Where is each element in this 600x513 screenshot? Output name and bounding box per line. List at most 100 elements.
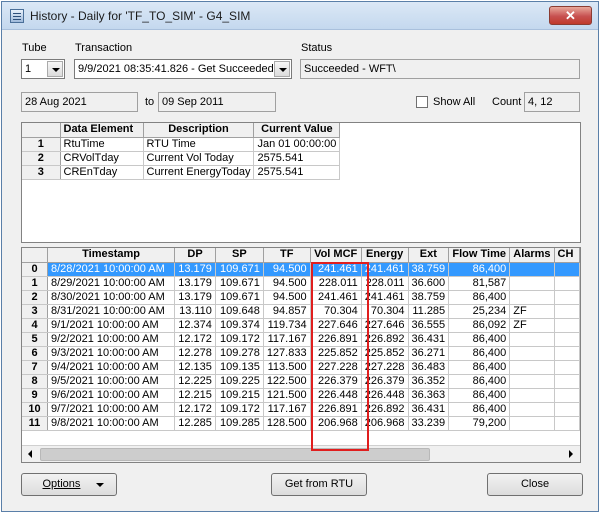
flow-time-cell[interactable]: 86,400 (448, 360, 511, 375)
sp-cell[interactable]: 109.285 (215, 416, 264, 431)
timestamp-cell[interactable]: 9/4/2021 10:00:00 AM (47, 360, 176, 375)
flow-time-cell[interactable]: 86,400 (448, 290, 511, 305)
history-row[interactable]: 10 9/7/2021 10:00:00 AM 12.172 109.172 117.1… (22, 402, 580, 417)
tf-cell[interactable]: 121.500 (263, 388, 311, 403)
tf-cell[interactable]: 94.857 (263, 304, 311, 319)
tf-cell[interactable]: 117.167 (263, 402, 311, 417)
ch-cell[interactable] (554, 416, 580, 431)
sp-cell[interactable]: 109.172 (215, 332, 264, 347)
tf-cell[interactable]: 94.500 (263, 262, 311, 277)
energy-cell[interactable]: 228.011 (361, 276, 409, 291)
sp-cell[interactable]: 109.374 (215, 318, 264, 333)
description-cell[interactable]: Current Vol Today (143, 151, 255, 166)
energy-cell[interactable]: 227.228 (361, 360, 409, 375)
alarms-cell[interactable] (509, 290, 555, 305)
energy-cell[interactable]: 227.646 (361, 318, 409, 333)
energy-cell[interactable]: 226.379 (361, 374, 409, 389)
ch-cell[interactable] (554, 402, 580, 417)
sp-cell[interactable]: 109.648 (215, 304, 264, 319)
alarms-cell[interactable]: ZF (509, 318, 555, 333)
ext-cell[interactable]: 36.431 (408, 332, 450, 347)
transaction-select[interactable]: 9/9/2021 08:35:41.826 - Get Succeeded (74, 59, 292, 79)
show-all-checkbox[interactable] (416, 96, 428, 108)
timestamp-cell[interactable]: 9/2/2021 10:00:00 AM (47, 332, 176, 347)
timestamp-cell[interactable]: 8/28/2021 10:00:00 AM (47, 262, 176, 277)
data-element-cell[interactable]: RtuTime (60, 137, 144, 152)
vol-mcf-cell[interactable]: 206.968 (310, 416, 362, 431)
flow-time-cell[interactable]: 86,092 (448, 318, 511, 333)
data-element-row[interactable]: 2 CRVolTday Current Vol Today 2575.541 (22, 151, 341, 166)
ext-cell[interactable]: 36.431 (408, 402, 450, 417)
dp-cell[interactable]: 12.215 (174, 388, 216, 403)
tf-cell[interactable]: 128.500 (263, 416, 311, 431)
tf-cell[interactable]: 113.500 (263, 360, 311, 375)
flow-time-cell[interactable]: 86,400 (448, 332, 511, 347)
tf-cell[interactable]: 94.500 (263, 290, 311, 305)
flow-time-cell[interactable]: 86,400 (448, 388, 511, 403)
ext-cell[interactable]: 36.271 (408, 346, 450, 361)
window-close-button[interactable]: ✕ (549, 6, 592, 25)
vol-mcf-cell[interactable]: 226.891 (310, 332, 362, 347)
ext-cell[interactable]: 36.600 (408, 276, 450, 291)
history-row[interactable]: 6 9/3/2021 10:00:00 AM 12.278 109.278 127.83… (22, 346, 580, 361)
history-row[interactable]: 7 9/4/2021 10:00:00 AM 12.135 109.135 113.50… (22, 360, 580, 375)
timestamp-cell[interactable]: 8/30/2021 10:00:00 AM (47, 290, 176, 305)
ext-cell[interactable]: 36.352 (408, 374, 450, 389)
timestamp-cell[interactable]: 9/3/2021 10:00:00 AM (47, 346, 176, 361)
ext-cell[interactable]: 36.483 (408, 360, 450, 375)
alarms-cell[interactable] (509, 388, 555, 403)
data-element-row[interactable]: 1 RtuTime RTU Time Jan 01 00:00:00 (22, 137, 341, 152)
ch-cell[interactable] (554, 290, 580, 305)
ch-cell[interactable] (554, 346, 580, 361)
alarms-cell[interactable] (509, 416, 555, 431)
vol-mcf-cell[interactable]: 241.461 (310, 262, 362, 277)
description-cell[interactable]: RTU Time (143, 137, 255, 152)
flow-time-cell[interactable]: 25,234 (448, 304, 511, 319)
timestamp-cell[interactable]: 9/1/2021 10:00:00 AM (47, 318, 176, 333)
col-header-vol-mcf[interactable]: Vol MCF (310, 248, 362, 263)
ch-cell[interactable] (554, 262, 580, 277)
scroll-right-icon[interactable] (563, 447, 579, 462)
ch-cell[interactable] (554, 276, 580, 291)
timestamp-cell[interactable]: 9/7/2021 10:00:00 AM (47, 402, 176, 417)
sp-cell[interactable]: 109.215 (215, 388, 264, 403)
history-row[interactable]: 2 8/30/2021 10:00:00 AM 13.179 109.671 94.50… (22, 290, 580, 305)
dp-cell[interactable]: 12.285 (174, 416, 216, 431)
col-header-sp[interactable]: SP (215, 248, 264, 263)
energy-cell[interactable]: 226.892 (361, 332, 409, 347)
alarms-cell[interactable] (509, 402, 555, 417)
alarms-cell[interactable] (509, 346, 555, 361)
ch-cell[interactable] (554, 318, 580, 333)
vol-mcf-cell[interactable]: 225.852 (310, 346, 362, 361)
timestamp-cell[interactable]: 8/31/2021 10:00:00 AM (47, 304, 176, 319)
sp-cell[interactable]: 109.278 (215, 346, 264, 361)
current-value-cell[interactable]: Jan 01 00:00:00 (253, 137, 341, 152)
date-from-field[interactable]: 28 Aug 2021 (21, 92, 138, 112)
history-row[interactable]: 3 8/31/2021 10:00:00 AM 13.110 109.648 94.85… (22, 304, 580, 319)
alarms-cell[interactable] (509, 360, 555, 375)
timestamp-cell[interactable]: 9/6/2021 10:00:00 AM (47, 388, 176, 403)
flow-time-cell[interactable]: 86,400 (448, 402, 511, 417)
energy-cell[interactable]: 226.892 (361, 402, 409, 417)
ext-cell[interactable]: 38.759 (408, 262, 450, 277)
options-button[interactable]: Options (21, 473, 117, 496)
ext-cell[interactable]: 36.363 (408, 388, 450, 403)
col-header-description[interactable]: Description (143, 123, 255, 138)
dp-cell[interactable]: 12.374 (174, 318, 216, 333)
get-from-rtu-button[interactable]: Get from RTU (271, 473, 367, 496)
data-element-cell[interactable]: CREnTday (60, 165, 144, 180)
energy-cell[interactable]: 241.461 (361, 290, 409, 305)
tube-select[interactable]: 1 (21, 59, 65, 79)
history-row[interactable]: 8 9/5/2021 10:00:00 AM 12.225 109.225 122.50… (22, 374, 580, 389)
ext-cell[interactable]: 36.555 (408, 318, 450, 333)
ch-cell[interactable] (554, 388, 580, 403)
chevron-down-icon[interactable] (47, 61, 63, 77)
dp-cell[interactable]: 12.172 (174, 402, 216, 417)
vol-mcf-cell[interactable]: 227.228 (310, 360, 362, 375)
sp-cell[interactable]: 109.135 (215, 360, 264, 375)
col-header-alarms[interactable]: Alarms (509, 248, 555, 263)
vol-mcf-cell[interactable]: 226.379 (310, 374, 362, 389)
tf-cell[interactable]: 94.500 (263, 276, 311, 291)
tf-cell[interactable]: 117.167 (263, 332, 311, 347)
tf-cell[interactable]: 119.734 (263, 318, 311, 333)
